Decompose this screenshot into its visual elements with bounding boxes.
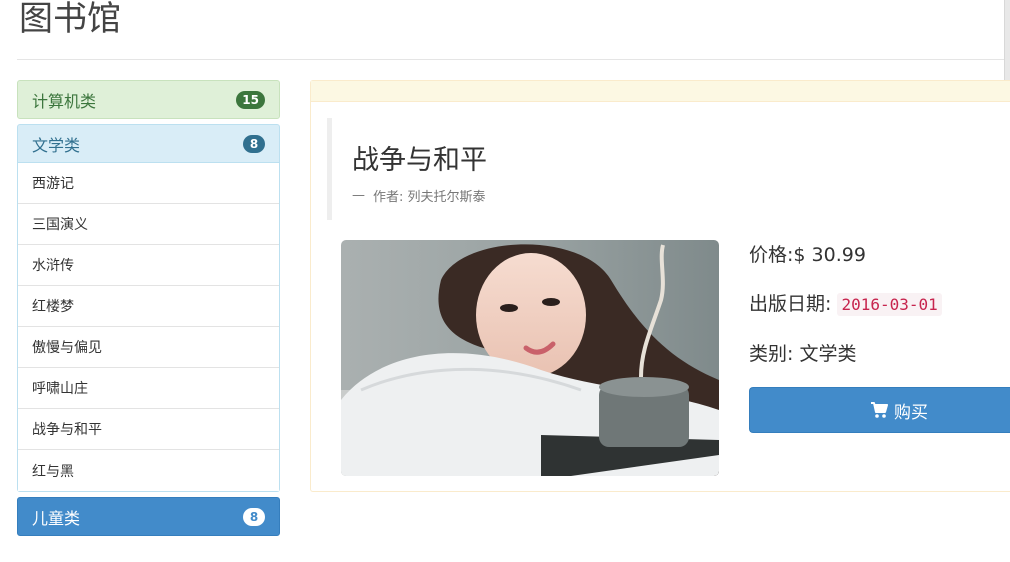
category-label: 类别: bbox=[749, 343, 794, 365]
category-computer[interactable]: 计算机类 15 bbox=[17, 80, 280, 119]
book-cover-image bbox=[341, 240, 719, 476]
book-list: 西游记 三国演义 水浒传 红楼梦 傲慢与偏见 呼啸山庄 战争与和平 红与黑 bbox=[17, 163, 280, 492]
page-title: 图书馆 bbox=[19, 0, 121, 39]
category-label: 儿童类 bbox=[32, 508, 81, 528]
list-item[interactable]: 三国演义 bbox=[18, 204, 279, 245]
count-badge: 15 bbox=[236, 90, 265, 109]
price-label: 价格: bbox=[749, 244, 794, 266]
book-detail-panel: 战争与和平 — 作者: 列夫托尔斯泰 价格:$ 30.99 出版日期: 2016… bbox=[310, 80, 1010, 492]
date-row: 出版日期: 2016-03-01 bbox=[749, 290, 1010, 319]
category-row: 类别: 文学类 bbox=[749, 340, 1010, 368]
book-author-line: — 作者: 列夫托尔斯泰 bbox=[352, 186, 927, 205]
category-literature[interactable]: 文学类 8 bbox=[17, 124, 280, 163]
book-title-block: 战争与和平 — 作者: 列夫托尔斯泰 bbox=[327, 118, 927, 220]
date-label: 出版日期: bbox=[749, 293, 832, 315]
author-dash: — bbox=[352, 188, 365, 203]
publish-date: 2016-03-01 bbox=[837, 293, 942, 316]
book-author: 作者: 列夫托尔斯泰 bbox=[373, 190, 486, 205]
list-item[interactable]: 水浒传 bbox=[18, 245, 279, 286]
list-item[interactable]: 西游记 bbox=[18, 163, 279, 204]
page-header: 图书馆 bbox=[17, 0, 1010, 60]
book-info: 价格:$ 30.99 出版日期: 2016-03-01 类别: 文学类 购买 bbox=[749, 241, 1010, 433]
price-row: 价格:$ 30.99 bbox=[749, 241, 1010, 269]
price-value: $ 30.99 bbox=[793, 244, 866, 266]
buy-button[interactable]: 购买 bbox=[749, 387, 1010, 433]
category-label: 文学类 bbox=[32, 135, 81, 155]
category-children[interactable]: 儿童类 8 bbox=[17, 497, 280, 536]
list-item[interactable]: 战争与和平 bbox=[18, 409, 279, 450]
count-badge: 8 bbox=[243, 134, 265, 153]
list-item[interactable]: 傲慢与偏见 bbox=[18, 327, 279, 368]
list-item[interactable]: 呼啸山庄 bbox=[18, 368, 279, 409]
panel-heading bbox=[311, 81, 1010, 102]
buy-label: 购买 bbox=[894, 402, 928, 423]
list-item[interactable]: 红与黑 bbox=[18, 450, 279, 491]
category-label: 计算机类 bbox=[32, 91, 97, 111]
list-item[interactable]: 红楼梦 bbox=[18, 286, 279, 327]
category-value: 文学类 bbox=[799, 343, 857, 365]
category-sidebar: 计算机类 15 文学类 8 西游记 三国演义 水浒传 红楼梦 傲慢与偏见 呼啸山… bbox=[17, 80, 280, 536]
shopping-cart-icon bbox=[870, 401, 888, 419]
book-title: 战争与和平 bbox=[352, 145, 487, 176]
count-badge: 8 bbox=[243, 507, 265, 526]
